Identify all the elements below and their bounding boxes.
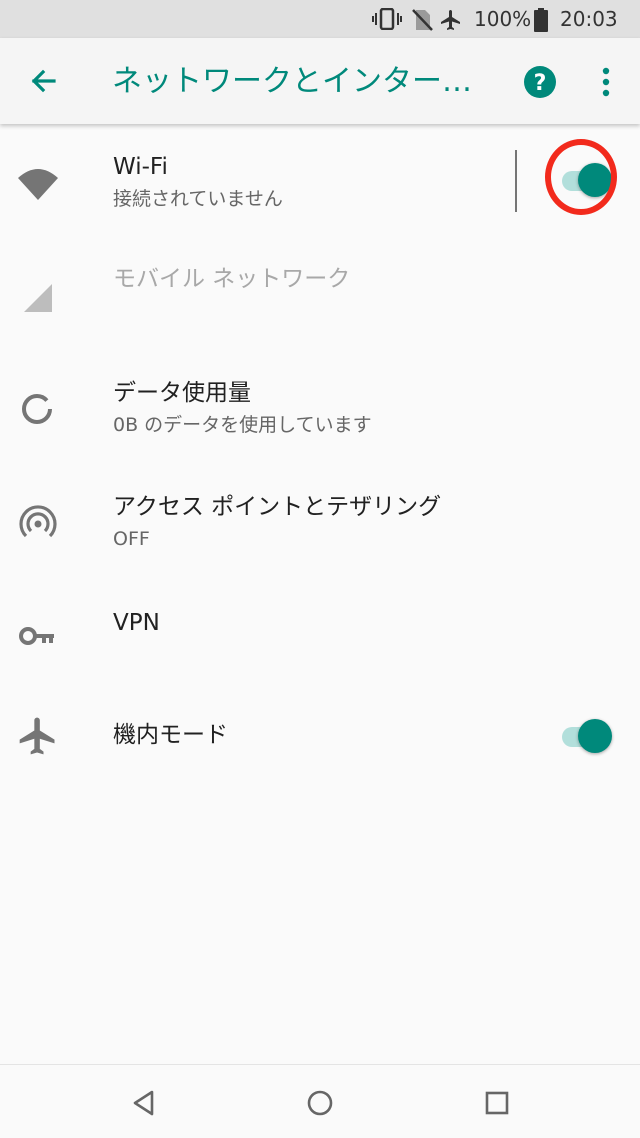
help-button[interactable]: ?	[520, 62, 560, 102]
battery-percent: 100%	[474, 7, 532, 31]
navigation-bar	[0, 1064, 640, 1138]
screen: 100% 20:03 ネットワークとインター… ? Wi-Fi 接続されていませ…	[0, 0, 640, 1138]
recents-square-icon[interactable]	[479, 1085, 515, 1121]
airplane-title: 機内モード	[113, 722, 228, 748]
airplane-toggle[interactable]	[560, 716, 612, 756]
back-button[interactable]	[22, 59, 66, 103]
vibrate-icon	[372, 8, 402, 30]
more-vert-icon	[602, 67, 610, 97]
no-sim-icon	[412, 9, 433, 31]
airplane-icon	[441, 10, 460, 30]
wifi-title: Wi-Fi	[113, 154, 168, 180]
help-circle-icon: ?	[524, 66, 556, 98]
battery-full-icon	[534, 8, 548, 32]
setting-vpn[interactable]: VPN	[0, 582, 640, 692]
key-icon	[19, 627, 54, 645]
back-triangle-icon[interactable]	[126, 1085, 162, 1121]
setting-airplane-mode[interactable]: 機内モード	[0, 696, 640, 776]
svg-text:?: ?	[534, 71, 547, 96]
wifi-status: 接続されていません	[113, 188, 283, 210]
wifi-divider	[515, 150, 517, 212]
page-title: ネットワークとインター…	[112, 64, 472, 99]
app-bar: ネットワークとインター… ?	[0, 38, 640, 124]
airplane-icon	[19, 717, 55, 755]
hotspot-status: OFF	[113, 528, 150, 550]
mobile-network-title: モバイル ネットワーク	[113, 266, 351, 292]
airplane-toggle-thumb	[578, 719, 612, 753]
hotspot-title: アクセス ポイントとテザリング	[113, 494, 442, 520]
data-usage-subtitle: 0B のデータを使用しています	[113, 414, 372, 436]
setting-hotspot[interactable]: アクセス ポイントとテザリング OFF	[0, 468, 640, 578]
wifi-icon	[18, 169, 58, 200]
setting-data-usage[interactable]: データ使用量 0B のデータを使用しています	[0, 354, 640, 464]
cell-signal-icon	[24, 284, 52, 312]
data-usage-icon	[22, 394, 52, 424]
clock: 20:03	[560, 7, 618, 31]
vpn-title: VPN	[113, 610, 160, 636]
setting-wifi[interactable]: Wi-Fi 接続されていません	[0, 126, 640, 236]
more-options-button[interactable]	[592, 62, 620, 102]
wifi-toggle-thumb	[578, 163, 612, 197]
home-circle-icon[interactable]	[302, 1085, 338, 1121]
setting-mobile-network: モバイル ネットワーク	[0, 240, 640, 350]
hotspot-icon	[19, 505, 57, 538]
wifi-toggle[interactable]	[560, 160, 612, 200]
data-usage-title: データ使用量	[113, 380, 251, 406]
status-bar: 100% 20:03	[0, 0, 640, 38]
arrow-left-icon	[31, 69, 56, 93]
